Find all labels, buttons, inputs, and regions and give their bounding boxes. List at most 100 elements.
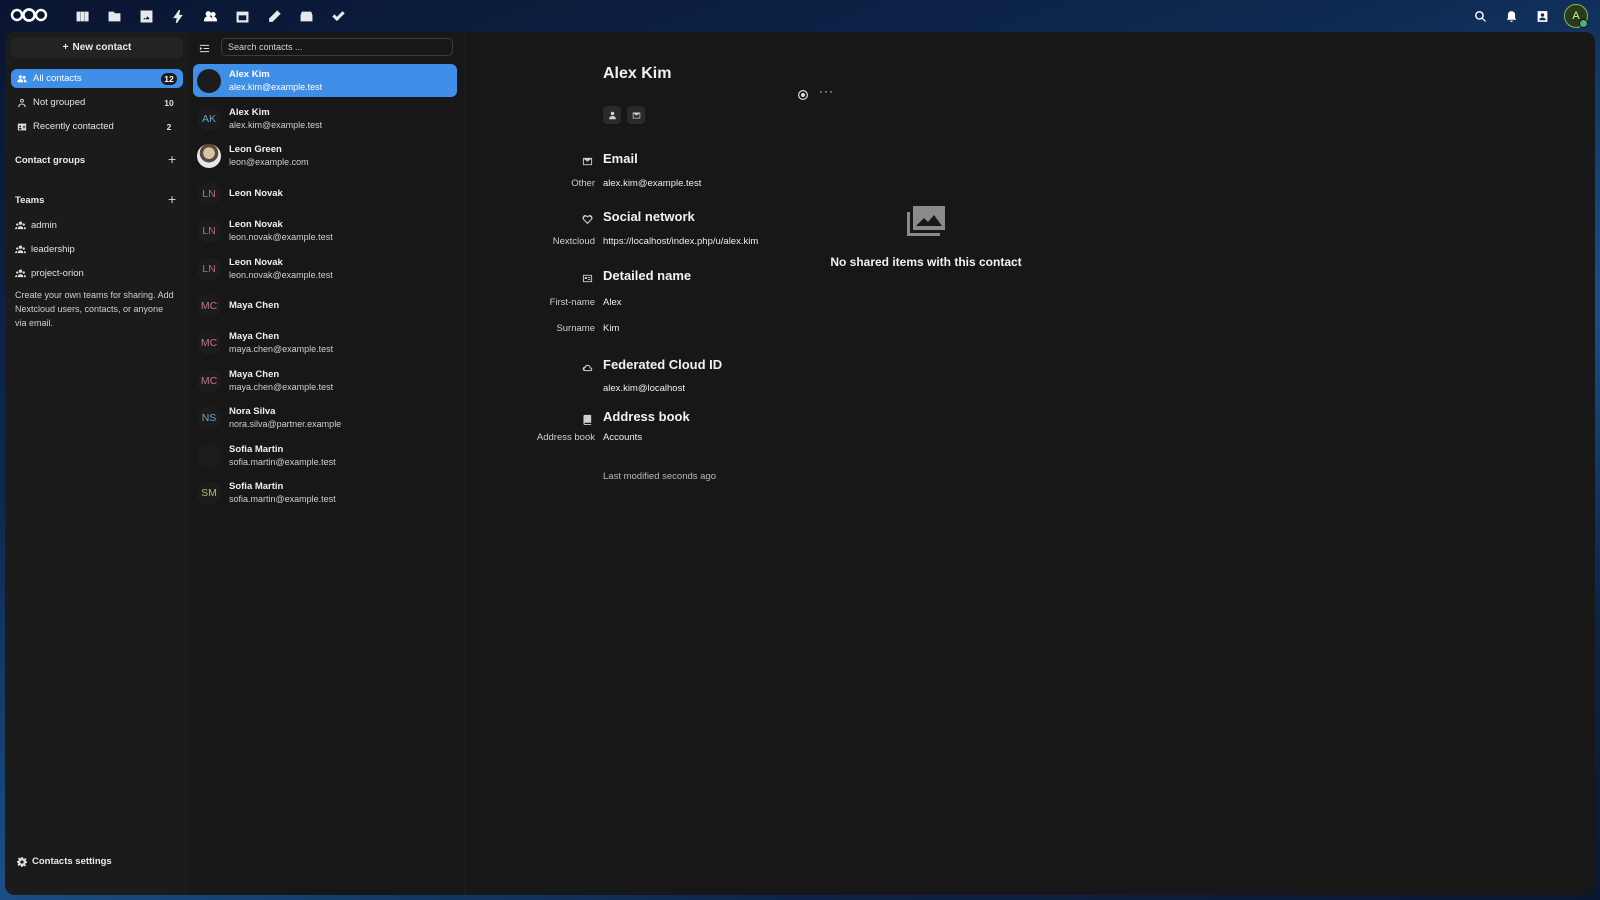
- files-icon[interactable]: [98, 6, 130, 26]
- shared-photos-icon: [907, 206, 945, 236]
- view-profile-button[interactable]: [603, 106, 621, 124]
- team-label: admin: [31, 220, 57, 231]
- contact-avatar: MC: [197, 368, 221, 393]
- add-team-icon[interactable]: +: [168, 191, 176, 207]
- contact-row[interactable]: MC Maya Chen maya.chen@example.test: [193, 326, 457, 359]
- contact-email: leon.novak@example.test: [229, 231, 333, 242]
- contact-name: Leon Green: [229, 143, 282, 155]
- email-type-label: Other: [571, 178, 595, 189]
- nav-item-count: 12: [161, 72, 177, 85]
- federated-cloud-id-value[interactable]: alex.kim@localhost: [603, 383, 685, 394]
- social-value[interactable]: https://localhost/index.php/u/alex.kim: [603, 236, 758, 247]
- contact-groups-heading: Contact groups: [15, 155, 86, 166]
- send-email-button[interactable]: [627, 106, 645, 124]
- team-item-leadership[interactable]: leadership: [15, 244, 75, 255]
- contact-row[interactable]: LN Leon Novak leon.novak@example.test: [193, 252, 457, 285]
- first-name-value[interactable]: Alex: [603, 297, 621, 308]
- dashboard-icon[interactable]: [66, 6, 98, 26]
- settings-label: Contacts settings: [32, 856, 112, 867]
- first-name-label: First-name: [549, 297, 595, 308]
- contact-row[interactable]: AK Alex Kim alex.kim@example.test: [193, 102, 457, 135]
- cloud-icon: [582, 360, 593, 378]
- contact-avatar: MC: [197, 293, 221, 318]
- notes-icon[interactable]: [258, 6, 290, 26]
- social-type-label: Nextcloud: [552, 236, 595, 247]
- address-book-section-title: Address book: [603, 409, 690, 424]
- nav-item-label: Not grouped: [33, 97, 86, 108]
- eye-icon[interactable]: [797, 88, 809, 106]
- search-contacts-input[interactable]: [221, 38, 453, 56]
- contact-row[interactable]: LN Leon Novak leon.novak@example.test: [193, 214, 457, 247]
- contacts-menu-icon[interactable]: [1527, 4, 1558, 28]
- contact-details: Alex Kim ··· Email Other alex.kim@exampl…: [466, 32, 1595, 895]
- nav-item-not-grouped[interactable]: Not grouped 10: [11, 93, 183, 112]
- mail-icon: [582, 154, 593, 172]
- contact-row[interactable]: LN Leon Novak: [193, 177, 457, 210]
- nav-item-all-contacts[interactable]: All contacts 12: [11, 69, 183, 88]
- user-icon: [17, 98, 33, 108]
- detailed-name-section-title: Detailed name: [603, 268, 692, 283]
- plus-icon: +: [62, 42, 69, 53]
- calendar-icon[interactable]: [226, 6, 258, 26]
- contact-row[interactable]: MC Maya Chen maya.chen@example.test: [193, 364, 457, 397]
- contacts-icon[interactable]: [194, 6, 226, 26]
- contact-avatar: [197, 143, 221, 168]
- email-value[interactable]: alex.kim@example.test: [603, 178, 701, 189]
- heart-icon: [582, 212, 593, 230]
- nav-item-count: 2: [166, 121, 172, 132]
- contact-avatar: LN: [197, 181, 221, 206]
- user-avatar[interactable]: A: [1564, 4, 1588, 28]
- surname-value[interactable]: Kim: [603, 323, 619, 334]
- team-icon: [15, 269, 26, 278]
- contact-avatar: SM: [197, 480, 221, 505]
- tasks-icon[interactable]: [322, 6, 354, 26]
- contact-avatar: MC: [197, 330, 221, 355]
- last-modified-text: Last modified seconds ago: [603, 471, 717, 482]
- add-group-icon[interactable]: +: [168, 151, 176, 167]
- contact-email: leon@example.com: [229, 156, 309, 167]
- more-actions-button[interactable]: ···: [819, 84, 834, 98]
- book-icon: [582, 412, 593, 430]
- contact-row[interactable]: Sofia Martin sofia.martin@example.test: [193, 439, 457, 472]
- contact-avatar: LN: [197, 256, 221, 281]
- new-contact-label: New contact: [72, 42, 132, 53]
- contact-row-selected[interactable]: Alex Kim alex.kim@example.test: [193, 64, 457, 97]
- team-icon: [15, 221, 26, 230]
- email-section-title: Email: [603, 151, 638, 166]
- federated-cloud-id-section-title: Federated Cloud ID: [603, 357, 723, 372]
- address-book-label: Address book: [536, 432, 595, 443]
- contact-row[interactable]: NS Nora Silva nora.silva@partner.example: [193, 401, 457, 434]
- photos-icon[interactable]: [130, 6, 162, 26]
- contact-name: Leon Novak: [229, 218, 283, 230]
- toggle-navigation-icon[interactable]: [199, 41, 210, 59]
- gear-icon: [17, 856, 27, 867]
- contact-name: Maya Chen: [229, 299, 280, 311]
- team-item-admin[interactable]: admin: [15, 220, 57, 231]
- deck-icon[interactable]: [290, 6, 322, 26]
- contact-avatar: LN: [197, 218, 221, 243]
- activity-icon[interactable]: [162, 6, 194, 26]
- team-item-project-orion[interactable]: project-orion: [15, 268, 84, 279]
- new-contact-button[interactable]: + New contact: [11, 37, 183, 58]
- nav-item-label: All contacts: [33, 73, 82, 84]
- contact-email: nora.silva@partner.example: [229, 418, 342, 429]
- contacts-settings-button[interactable]: Contacts settings: [17, 856, 112, 867]
- nav-item-recently-contacted[interactable]: Recently contacted 2: [11, 117, 183, 136]
- contact-row[interactable]: SM Sofia Martin sofia.martin@example.test: [193, 476, 457, 509]
- nav-item-count: 10: [164, 97, 174, 108]
- contact-name: Maya Chen: [229, 368, 280, 380]
- contact-row[interactable]: Leon Green leon@example.com: [193, 139, 457, 172]
- address-book-value[interactable]: Accounts: [603, 432, 642, 443]
- search-icon[interactable]: [1465, 4, 1496, 28]
- contact-avatar: AK: [197, 106, 221, 131]
- contact-name: Alex Kim: [603, 65, 672, 82]
- contact-name: Nora Silva: [229, 405, 276, 417]
- contact-email: alex.kim@example.test: [229, 119, 323, 130]
- nextcloud-logo-icon[interactable]: [10, 8, 48, 27]
- social-section-title: Social network: [603, 209, 695, 224]
- contact-row[interactable]: MC Maya Chen: [193, 289, 457, 322]
- notifications-icon[interactable]: [1496, 4, 1527, 28]
- contact-email: maya.chen@example.test: [229, 381, 334, 392]
- contact-name: Maya Chen: [229, 330, 280, 342]
- contact-name: Sofia Martin: [229, 443, 284, 455]
